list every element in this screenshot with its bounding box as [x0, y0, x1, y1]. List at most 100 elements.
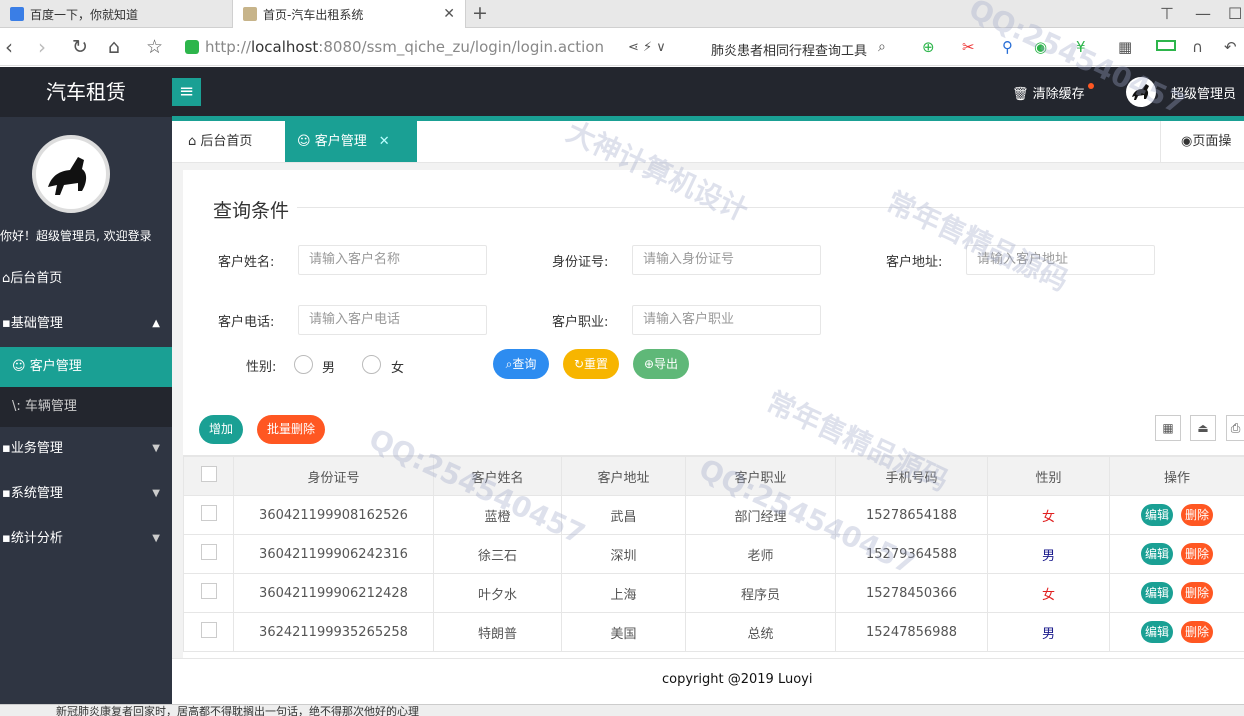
table-cell: 老师 — [685, 534, 836, 574]
edit-button[interactable]: 编辑 — [1141, 621, 1173, 643]
table-cell: 360421199906242316 — [233, 534, 434, 574]
sidebar-item-home[interactable]: ⌂后台首页 — [0, 257, 172, 301]
occupation-label: 客户职业: — [552, 315, 609, 330]
print-icon[interactable]: ⎙ — [1226, 415, 1244, 441]
search-button[interactable]: ⌕查询 — [493, 349, 549, 379]
user-icon: ☺ — [297, 134, 311, 149]
search-icon[interactable]: ⌕ — [878, 39, 886, 55]
address-input[interactable]: 请输入客户地址 — [966, 245, 1155, 275]
table-row: 360421199906242316 徐三石 深圳 老师 15279364588… — [183, 534, 1244, 574]
close-tab-icon[interactable]: ✕ — [443, 6, 455, 22]
select-all-header[interactable] — [183, 456, 234, 496]
star-icon[interactable]: ☆ — [146, 36, 163, 58]
row-checkbox-cell[interactable] — [183, 495, 234, 535]
batch-delete-button[interactable]: 批量删除 — [257, 415, 325, 444]
row-checkbox[interactable] — [200, 622, 217, 638]
tab-customers[interactable]: ☺ 客户管理 ✕ — [285, 121, 417, 162]
user-avatar — [32, 135, 110, 213]
apps-grid-icon[interactable]: ▦ — [1118, 38, 1132, 56]
col-header[interactable]: 身份证号 — [233, 456, 434, 496]
sidebar-item-system[interactable]: ▪系统管理 ▼ — [0, 472, 172, 516]
col-header[interactable]: 手机号码 — [835, 456, 988, 496]
col-header[interactable]: 客户姓名 — [433, 456, 562, 496]
edit-button[interactable]: 编辑 — [1141, 504, 1173, 526]
magnifier-icon[interactable]: ⚲ — [1002, 38, 1013, 56]
id-number-input[interactable]: 请输入身份证号 — [632, 245, 821, 275]
admin-avatar[interactable] — [1126, 77, 1156, 107]
row-checkbox-cell[interactable] — [183, 612, 234, 652]
customer-name-input[interactable]: 请输入客户名称 — [298, 245, 487, 275]
delete-button[interactable]: 删除 — [1181, 621, 1213, 643]
welcome-text: 你好！超级管理员, 欢迎登录 — [0, 229, 152, 243]
gender-male-radio[interactable] — [294, 355, 313, 374]
add-button[interactable]: 增加 — [199, 415, 243, 444]
edit-button[interactable]: 编辑 — [1141, 543, 1173, 565]
target-icon: ◉ — [1181, 134, 1193, 149]
delete-button[interactable]: 删除 — [1181, 504, 1213, 526]
address-bar[interactable]: http://localhost:8080/ssm_qiche_zu/login… — [205, 38, 604, 56]
actions-cell: 编辑 删除 — [1109, 573, 1244, 613]
share-icon[interactable]: ⋖ ⚡ ∨ — [628, 40, 666, 55]
table-row: 360421199908162526 蓝橙 武昌 部门经理 1527865418… — [183, 495, 1244, 535]
row-checkbox[interactable] — [200, 544, 217, 560]
sidebar-item-business[interactable]: ▪业务管理 ▼ — [0, 427, 172, 471]
sidebar-item-vehicles[interactable]: \: 车辆管理 — [0, 387, 172, 427]
maximize-icon[interactable]: ☐ — [1228, 4, 1242, 23]
query-panel — [183, 170, 1244, 403]
tab-home[interactable]: ⌂ 后台首页 — [188, 121, 252, 162]
reload-icon[interactable]: ↻ — [72, 36, 88, 58]
browser-tab-baidu[interactable]: 百度一下，你就知道 — [0, 0, 232, 28]
sidebar-item-stats[interactable]: ▪统计分析 ▼ — [0, 517, 172, 561]
delete-button[interactable]: 删除 — [1181, 543, 1213, 565]
money-icon[interactable]: ¥ — [1076, 38, 1086, 56]
table-cell: 上海 — [561, 573, 686, 613]
occupation-input[interactable]: 请输入客户职业 — [632, 305, 821, 335]
select-all-checkbox[interactable] — [200, 466, 217, 482]
row-checkbox-cell[interactable] — [183, 534, 234, 574]
scissors-icon[interactable]: ✂ — [962, 38, 975, 56]
reset-button[interactable]: ↻重置 — [563, 349, 619, 379]
row-checkbox[interactable] — [200, 505, 217, 521]
columns-icon[interactable]: ▦ — [1155, 415, 1181, 441]
home-icon[interactable]: ⌂ — [108, 36, 120, 58]
menu-toggle-icon[interactable]: ≡ — [172, 78, 201, 106]
forward-icon[interactable]: › — [38, 36, 46, 58]
game-icon[interactable]: ◉ — [1034, 38, 1047, 56]
sidebar-item-basic[interactable]: ▪基础管理 ▲ — [0, 302, 172, 346]
delete-button[interactable]: 删除 — [1181, 582, 1213, 604]
chevron-down-icon: ▼ — [152, 533, 160, 544]
chevron-up-icon: ▲ — [152, 318, 160, 329]
table-cell: 特朗普 — [433, 612, 562, 652]
col-header[interactable]: 客户职业 — [685, 456, 836, 496]
shirt-icon[interactable]: ⊤ — [1160, 4, 1174, 23]
menu-icon: ▪ — [2, 441, 11, 456]
search-box[interactable]: 肺炎患者相同行程查询工具 — [711, 40, 867, 59]
query-title: 查询条件 — [213, 200, 290, 222]
minimize-icon[interactable]: — — [1195, 4, 1211, 23]
col-header[interactable]: 客户地址 — [561, 456, 686, 496]
actions-cell: 编辑 删除 — [1109, 534, 1244, 574]
new-tab-button[interactable]: + — [472, 2, 488, 24]
export-button[interactable]: ⊕导出 — [633, 349, 689, 379]
edit-button[interactable]: 编辑 — [1141, 582, 1173, 604]
row-checkbox[interactable] — [200, 583, 217, 599]
headphones-icon[interactable]: ∩ — [1192, 38, 1203, 56]
admin-name[interactable]: 超级管理员 — [1171, 83, 1236, 102]
col-header[interactable]: 操作 — [1109, 456, 1244, 496]
clear-cache-button[interactable]: 🗑 清除缓存 — [1012, 83, 1094, 102]
close-icon[interactable]: ✕ — [379, 134, 390, 149]
table-cell: 程序员 — [685, 573, 836, 613]
export-icon[interactable]: ⏏ — [1190, 415, 1216, 441]
page-operations[interactable]: ◉页面操 — [1160, 121, 1244, 162]
horse-icon — [1132, 84, 1149, 100]
phone-input[interactable]: 请输入客户电话 — [298, 305, 487, 335]
sidebar-item-customers[interactable]: ☺ 客户管理 — [0, 347, 172, 387]
back-icon[interactable]: ‹ — [5, 36, 13, 58]
col-header[interactable]: 性别 — [987, 456, 1110, 496]
row-checkbox-cell[interactable] — [183, 573, 234, 613]
browser-tab-active[interactable]: 首页-汽车出租系统 ✕ — [232, 0, 466, 28]
download-icon: ⊕ — [643, 357, 655, 371]
undo-icon[interactable]: ↶ — [1224, 38, 1237, 56]
extension-icon[interactable]: ⊕ — [922, 38, 935, 56]
gender-female-radio[interactable] — [362, 355, 381, 374]
